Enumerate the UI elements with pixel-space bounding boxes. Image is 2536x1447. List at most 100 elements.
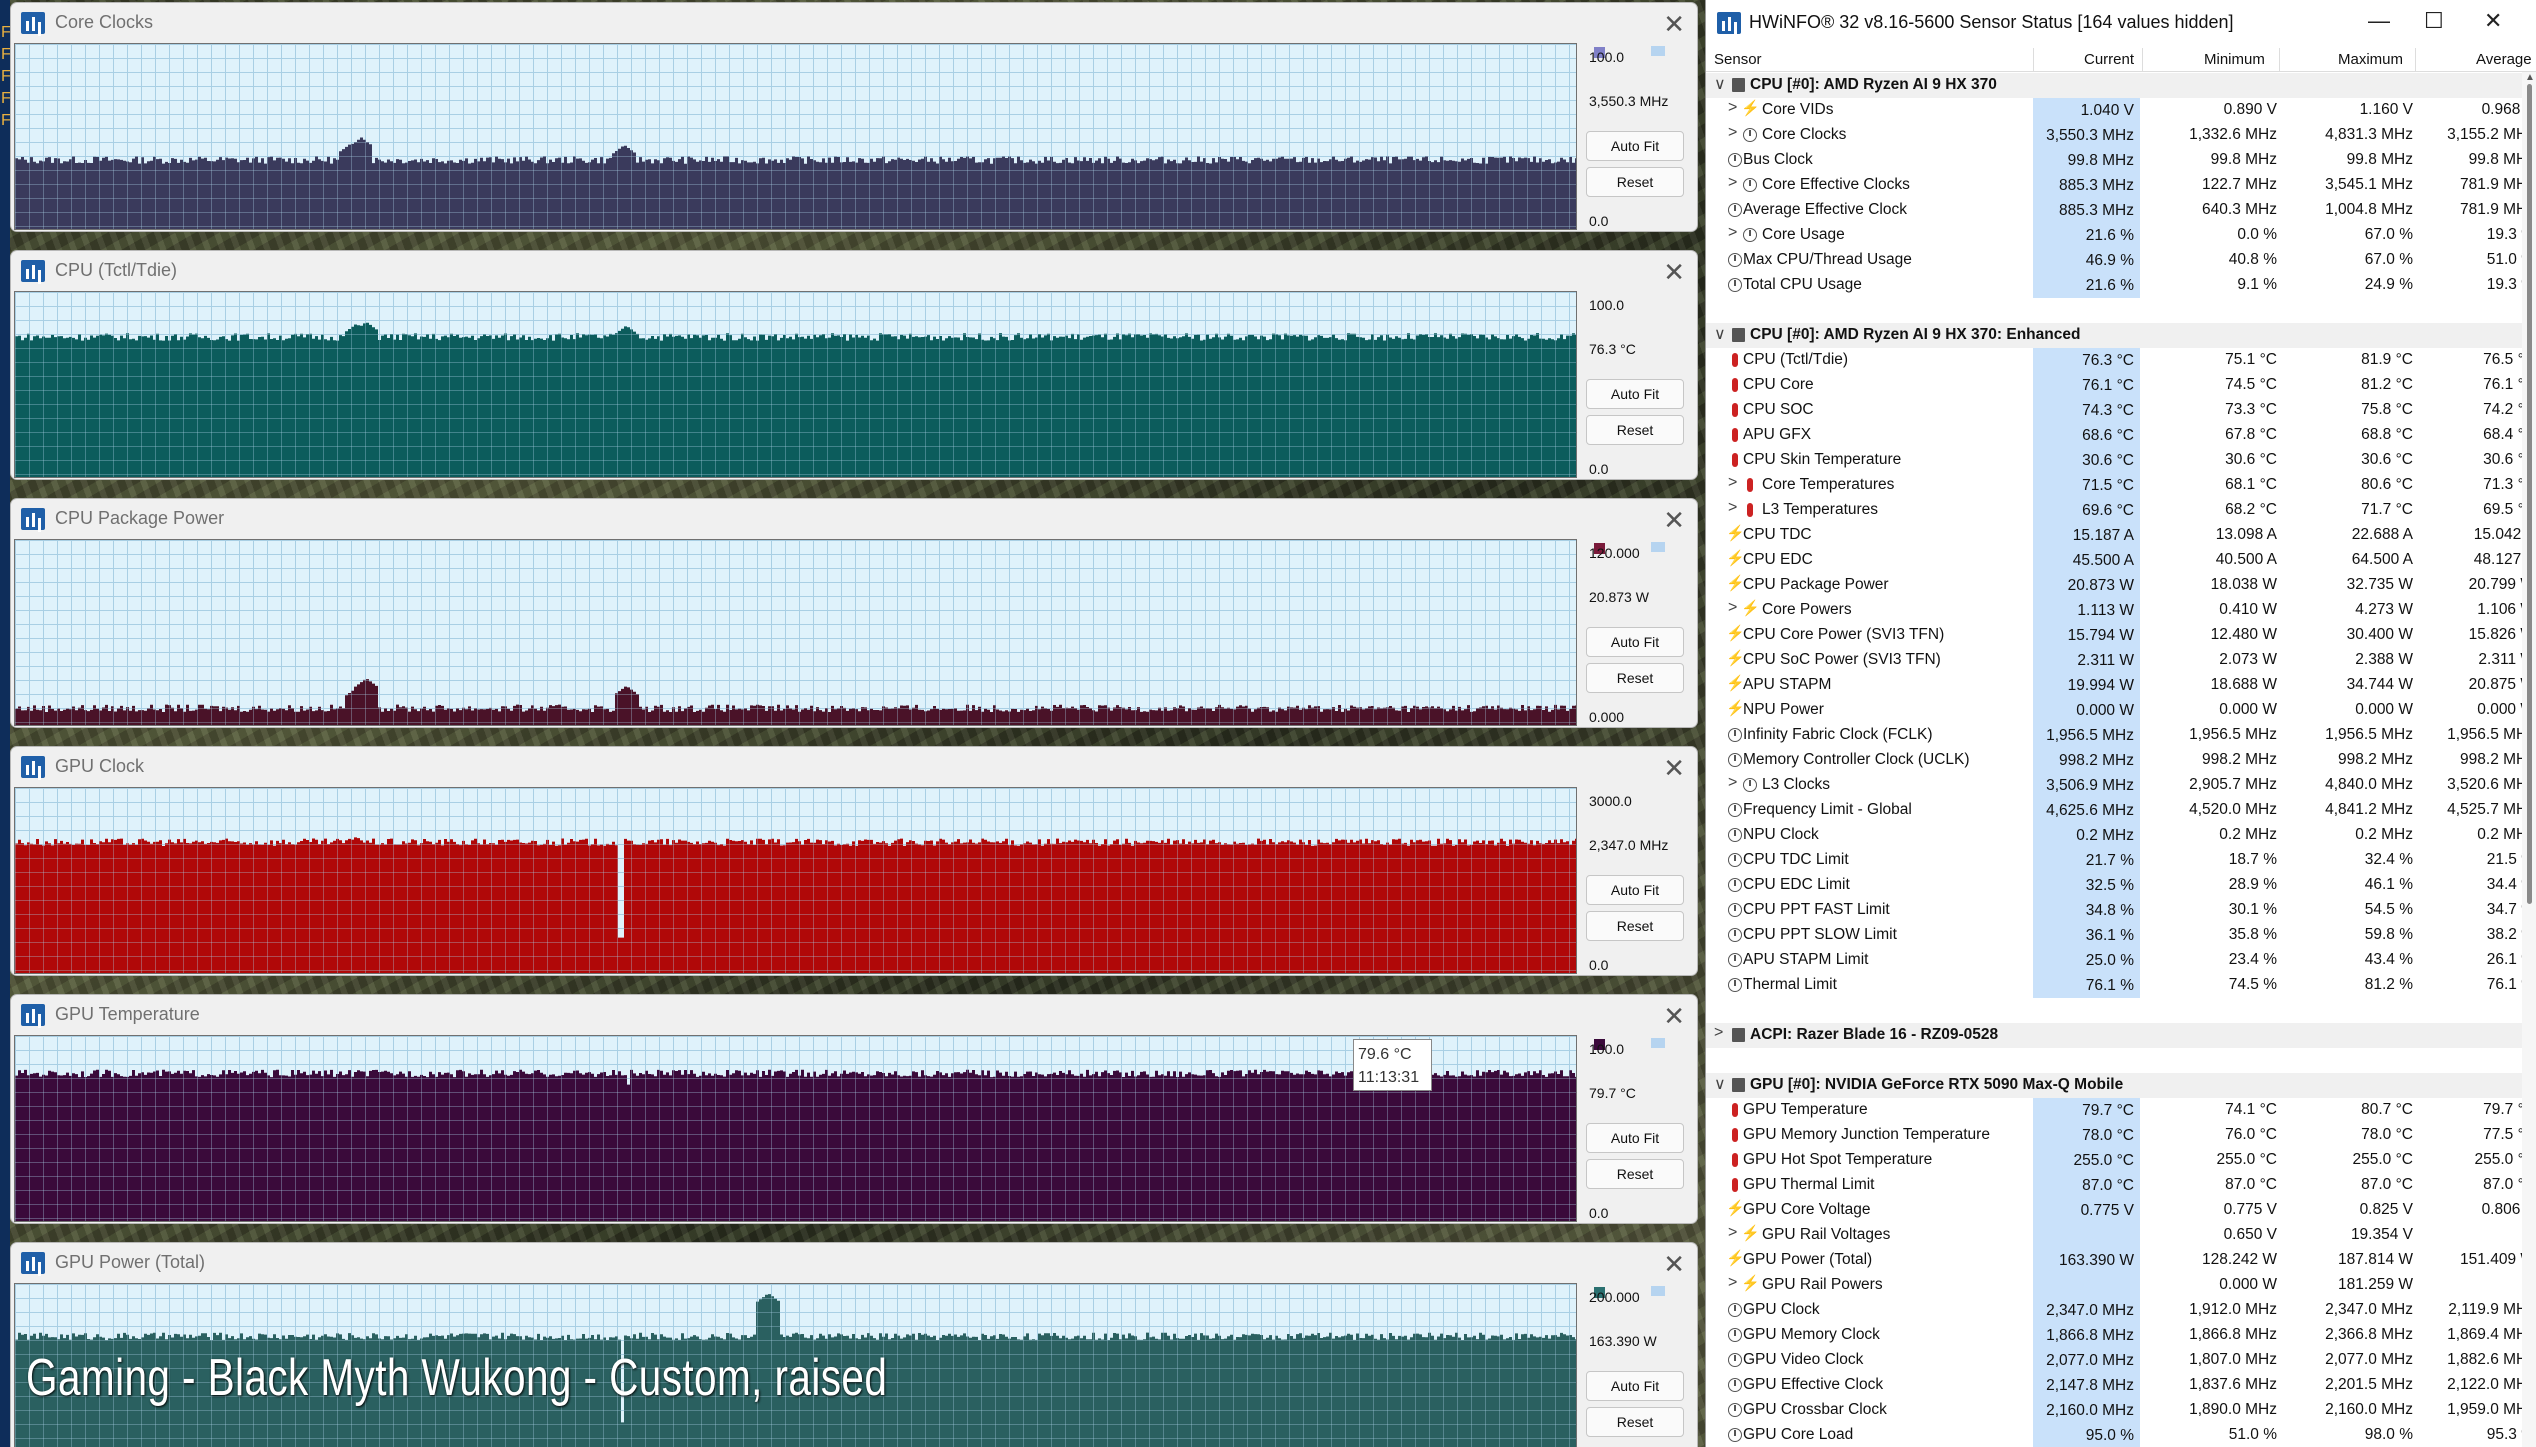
close-icon[interactable]: ✕ — [1663, 257, 1685, 288]
graph-window-cpu-package-power[interactable]: CPU Package Power ✕ 120.000 20.873 W Aut… — [10, 498, 1698, 728]
auto-fit-button[interactable]: Auto Fit — [1586, 131, 1684, 161]
reset-button[interactable]: Reset — [1586, 1407, 1684, 1437]
sensor-row[interactable]: > GPU Rail Powers 0.000 W 181.259 W — [1706, 1273, 2522, 1298]
desktop-shortcut-label[interactable]: F — [0, 22, 11, 44]
column-minimum[interactable]: Minimum — [2204, 51, 2265, 68]
reset-button[interactable]: Reset — [1586, 663, 1684, 693]
chevron-right-icon[interactable]: > — [1728, 224, 1737, 242]
desktop-shortcut-label[interactable]: F — [0, 88, 11, 110]
column-sensor[interactable]: Sensor — [1714, 51, 1762, 68]
chevron-down-icon[interactable]: ∨ — [1714, 324, 1726, 344]
sensor-row[interactable]: GPU Effective Clock 2,147.8 MHz 1,837.6 … — [1706, 1373, 2535, 1398]
chevron-right-icon[interactable]: > — [1728, 1274, 1737, 1292]
sensor-row[interactable]: Infinity Fabric Clock (FCLK) 1,956.5 MHz… — [1706, 723, 2535, 748]
graph-titlebar[interactable]: GPU Power (Total) ✕ — [11, 1243, 1697, 1281]
graph-window-gpu-power[interactable]: GPU Power (Total) ✕ 200.000 163.390 W Au… — [10, 1242, 1698, 1447]
minimize-button[interactable]: — — [2368, 8, 2390, 34]
sensor-row[interactable]: CPU Package Power 20.873 W 18.038 W 32.7… — [1706, 573, 2535, 598]
graph-window-gpu-temperature[interactable]: GPU Temperature ✕ 100.0 79.7 °C Auto Fit… — [10, 994, 1698, 1224]
sensor-row[interactable]: Max CPU/Thread Usage 46.9 % 40.8 % 67.0 … — [1706, 248, 2535, 273]
sensor-row[interactable]: Thermal Limit 76.1 % 74.5 % 81.2 % 76.1 … — [1706, 973, 2535, 998]
sensor-row[interactable]: GPU Crossbar Clock 2,160.0 MHz 1,890.0 M… — [1706, 1398, 2535, 1423]
chevron-right-icon[interactable]: > — [1728, 499, 1737, 517]
auto-fit-button[interactable]: Auto Fit — [1586, 875, 1684, 905]
close-icon[interactable]: ✕ — [1663, 9, 1685, 40]
vertical-scrollbar[interactable]: ▲ — [2522, 72, 2536, 1447]
chevron-down-icon[interactable]: ∨ — [1714, 1074, 1726, 1094]
sensor-row[interactable]: CPU TDC Limit 21.7 % 18.7 % 32.4 % 21.5 … — [1706, 848, 2535, 873]
sensor-row[interactable]: CPU SoC Power (SVI3 TFN) 2.311 W 2.073 W… — [1706, 648, 2535, 673]
auto-fit-button[interactable]: Auto Fit — [1586, 627, 1684, 657]
chevron-right-icon[interactable]: > — [1728, 1224, 1737, 1242]
sensor-row[interactable]: GPU Hot Spot Temperature 255.0 °C 255.0 … — [1706, 1148, 2535, 1173]
column-average[interactable]: Average — [2476, 51, 2532, 68]
chevron-right-icon[interactable]: > — [1728, 124, 1737, 142]
sensor-row[interactable]: > Core Effective Clocks 885.3 MHz 122.7 … — [1706, 173, 2535, 198]
sensor-row[interactable]: Average Effective Clock 885.3 MHz 640.3 … — [1706, 198, 2535, 223]
sensor-group-header[interactable]: ∨ GPU [#0]: NVIDIA GeForce RTX 5090 Max-… — [1706, 1073, 2522, 1098]
sensor-row[interactable]: > Core VIDs 1.040 V 0.890 V 1.160 V 0.96… — [1706, 98, 2535, 123]
sensor-row[interactable]: CPU Core Power (SVI3 TFN) 15.794 W 12.48… — [1706, 623, 2535, 648]
chevron-right-icon[interactable]: > — [1728, 99, 1737, 117]
sensor-row[interactable]: > Core Clocks 3,550.3 MHz 1,332.6 MHz 4,… — [1706, 123, 2535, 148]
sensor-row[interactable]: GPU Clock 2,347.0 MHz 1,912.0 MHz 2,347.… — [1706, 1298, 2535, 1323]
column-maximum[interactable]: Maximum — [2338, 51, 2403, 68]
sensor-row[interactable]: CPU Core 76.1 °C 74.5 °C 81.2 °C 76.1 °C — [1706, 373, 2535, 398]
close-icon[interactable]: ✕ — [1663, 1249, 1685, 1280]
sensor-row[interactable]: > Core Powers 1.113 W 0.410 W 4.273 W 1.… — [1706, 598, 2535, 623]
sensor-row[interactable]: CPU PPT SLOW Limit 36.1 % 35.8 % 59.8 % … — [1706, 923, 2535, 948]
sensor-row[interactable]: GPU Memory Clock 1,866.8 MHz 1,866.8 MHz… — [1706, 1323, 2535, 1348]
column-current[interactable]: Current — [2084, 51, 2134, 68]
sensor-row[interactable]: GPU Core Voltage 0.775 V 0.775 V 0.825 V… — [1706, 1198, 2535, 1223]
close-icon[interactable]: ✕ — [1663, 753, 1685, 784]
graph-titlebar[interactable]: CPU Package Power ✕ — [11, 499, 1697, 537]
graph-titlebar[interactable]: CPU (Tctl/Tdie) ✕ — [11, 251, 1697, 289]
sensor-row[interactable]: > Core Usage 21.6 % 0.0 % 67.0 % 19.3 % — [1706, 223, 2535, 248]
maximize-button[interactable]: ☐ — [2424, 8, 2444, 34]
sensor-row[interactable]: GPU Core Load 95.0 % 51.0 % 98.0 % 95.3 … — [1706, 1423, 2535, 1447]
reset-button[interactable]: Reset — [1586, 167, 1684, 197]
graph-titlebar[interactable]: Core Clocks ✕ — [11, 3, 1697, 41]
sensor-row[interactable]: CPU EDC 45.500 A 40.500 A 64.500 A 48.12… — [1706, 548, 2535, 573]
reset-button[interactable]: Reset — [1586, 911, 1684, 941]
sensor-row[interactable]: Memory Controller Clock (UCLK) 998.2 MHz… — [1706, 748, 2535, 773]
chevron-right-icon[interactable]: > — [1714, 1024, 1723, 1042]
auto-fit-button[interactable]: Auto Fit — [1586, 379, 1684, 409]
sensor-window-titlebar[interactable]: HWiNFO® 32 v8.16-5600 Sensor Status [164… — [1706, 0, 2536, 46]
sensor-row[interactable]: APU STAPM 19.994 W 18.688 W 34.744 W 20.… — [1706, 673, 2535, 698]
chevron-right-icon[interactable]: > — [1728, 599, 1737, 617]
sensor-row[interactable]: CPU Skin Temperature 30.6 °C 30.6 °C 30.… — [1706, 448, 2535, 473]
sensor-row[interactable]: Bus Clock 99.8 MHz 99.8 MHz 99.8 MHz 99.… — [1706, 148, 2535, 173]
sensor-row[interactable]: APU STAPM Limit 25.0 % 23.4 % 43.4 % 26.… — [1706, 948, 2535, 973]
close-icon[interactable]: ✕ — [1663, 1001, 1685, 1032]
sensor-row[interactable]: APU GFX 68.6 °C 67.8 °C 68.8 °C 68.4 °C — [1706, 423, 2535, 448]
sensor-row[interactable]: > GPU Rail Voltages 0.650 V 19.354 V — [1706, 1223, 2522, 1248]
sensor-row[interactable]: GPU Video Clock 2,077.0 MHz 1,807.0 MHz … — [1706, 1348, 2535, 1373]
sensor-row[interactable]: Total CPU Usage 21.6 % 9.1 % 24.9 % 19.3… — [1706, 273, 2535, 298]
chevron-right-icon[interactable]: > — [1728, 474, 1737, 492]
sensor-row[interactable]: GPU Thermal Limit 87.0 °C 87.0 °C 87.0 °… — [1706, 1173, 2535, 1198]
auto-fit-button[interactable]: Auto Fit — [1586, 1123, 1684, 1153]
sensor-group-header[interactable]: ∨ CPU [#0]: AMD Ryzen AI 9 HX 370: Enhan… — [1706, 323, 2522, 348]
graph-window-gpu-clock[interactable]: GPU Clock ✕ 3000.0 2,347.0 MHz Auto Fit … — [10, 746, 1698, 976]
sensor-row[interactable]: > Core Temperatures 71.5 °C 68.1 °C 80.6… — [1706, 473, 2535, 498]
sensor-row[interactable]: > L3 Clocks 3,506.9 MHz 2,905.7 MHz 4,84… — [1706, 773, 2535, 798]
sensor-row[interactable]: Frequency Limit - Global 4,625.6 MHz 4,5… — [1706, 798, 2535, 823]
chevron-down-icon[interactable]: ∨ — [1714, 74, 1726, 94]
sensor-row[interactable]: GPU Power (Total) 163.390 W 128.242 W 18… — [1706, 1248, 2535, 1273]
sensor-row[interactable]: CPU TDC 15.187 A 13.098 A 22.688 A 15.04… — [1706, 523, 2535, 548]
chevron-right-icon[interactable]: > — [1728, 774, 1737, 792]
reset-button[interactable]: Reset — [1586, 1159, 1684, 1189]
desktop-shortcut-label[interactable]: F — [0, 110, 11, 132]
sensor-group-header[interactable]: ∨ CPU [#0]: AMD Ryzen AI 9 HX 370 — [1706, 73, 2522, 98]
reset-button[interactable]: Reset — [1586, 415, 1684, 445]
graph-window-cpu-tctl[interactable]: CPU (Tctl/Tdie) ✕ 100.0 76.3 °C Auto Fit… — [10, 250, 1698, 480]
chevron-right-icon[interactable]: > — [1728, 174, 1737, 192]
close-button[interactable]: ✕ — [2484, 8, 2502, 34]
sensor-row[interactable]: GPU Memory Junction Temperature 78.0 °C … — [1706, 1123, 2535, 1148]
sensor-row[interactable]: CPU SOC 74.3 °C 73.3 °C 75.8 °C 74.2 °C — [1706, 398, 2535, 423]
graph-titlebar[interactable]: GPU Temperature ✕ — [11, 995, 1697, 1033]
sensor-row[interactable]: GPU Temperature 79.7 °C 74.1 °C 80.7 °C … — [1706, 1098, 2535, 1123]
desktop-shortcut-label[interactable]: F — [0, 66, 11, 88]
sensor-row[interactable]: NPU Power 0.000 W 0.000 W 0.000 W 0.000 … — [1706, 698, 2535, 723]
